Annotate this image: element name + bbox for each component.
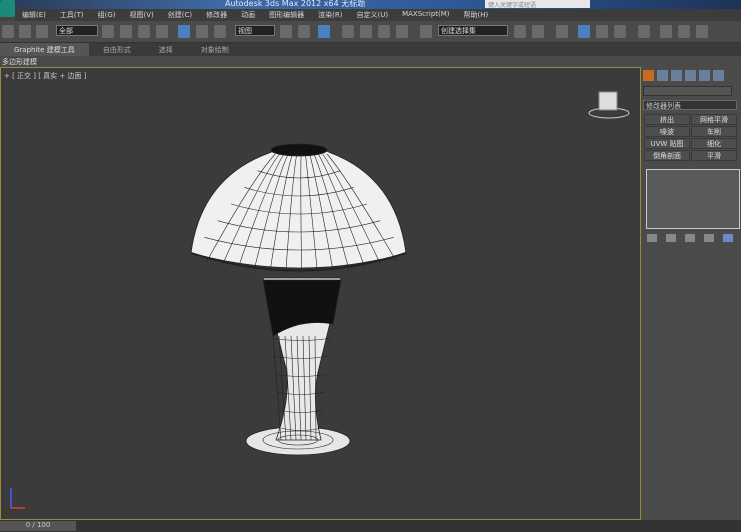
tab-graphite[interactable]: Graphite 建模工具 <box>0 43 89 56</box>
rect-selection-icon[interactable] <box>138 25 150 38</box>
modifier-button[interactable]: 噪波 <box>644 126 690 137</box>
menu-item[interactable]: 组(G) <box>91 9 123 21</box>
rotate-icon[interactable] <box>196 25 208 38</box>
axis-tripod-icon <box>10 488 25 509</box>
reference-coord-dropdown[interactable]: 视图 <box>235 25 275 36</box>
make-unique-icon[interactable] <box>685 234 695 242</box>
menu-item[interactable]: 编辑(E) <box>15 9 53 21</box>
display-tab-icon[interactable] <box>699 70 710 81</box>
named-selection-dropdown[interactable]: 创建选择集 <box>438 25 508 36</box>
keyboard-shortcut-icon[interactable] <box>318 25 330 38</box>
menu-item[interactable]: 修改器 <box>199 9 234 21</box>
modifier-button[interactable]: 挤出 <box>644 114 690 125</box>
unlink-icon[interactable] <box>19 25 31 38</box>
modifier-button[interactable]: 细化 <box>691 138 737 149</box>
align-icon[interactable] <box>532 25 544 38</box>
tab-selection[interactable]: 选择 <box>145 43 187 56</box>
modifier-button[interactable]: UVW 贴图 <box>644 138 690 149</box>
modifier-button[interactable]: 倒角剖面 <box>644 150 690 161</box>
main-toolbar: 全部 视图 创建选择集 <box>0 21 741 43</box>
search-input[interactable]: 键入关键字或短语 <box>485 0 590 9</box>
status-bar: 0 / 100 <box>0 520 741 532</box>
graphite-toggle-icon[interactable] <box>578 25 590 38</box>
scale-icon[interactable] <box>214 25 226 38</box>
ribbon-tabs: Graphite 建模工具 自由形式 选择 对象绘制 <box>0 43 741 56</box>
select-object-icon[interactable] <box>102 25 114 38</box>
lamp-model <box>10 91 630 509</box>
select-by-name-icon[interactable] <box>120 25 132 38</box>
menu-item[interactable]: 创建(C) <box>161 9 199 21</box>
viewcube-icon <box>588 91 630 119</box>
app-logo-button[interactable] <box>0 0 15 17</box>
schematic-view-icon[interactable] <box>614 25 626 38</box>
window-crossing-icon[interactable] <box>156 25 168 38</box>
material-editor-icon[interactable] <box>638 25 650 38</box>
motion-tab-icon[interactable] <box>685 70 696 81</box>
modifier-buttons: 挤出 网格平滑 噪波 车削 UVW 贴图 细化 倒角剖面 平滑 <box>644 114 738 161</box>
object-name-field[interactable] <box>643 86 732 96</box>
percent-snap-icon[interactable] <box>378 25 390 38</box>
move-icon[interactable] <box>178 25 190 38</box>
utilities-tab-icon[interactable] <box>713 70 724 81</box>
modifier-list-dropdown[interactable]: 修改器列表 <box>643 100 737 110</box>
snap-icon[interactable] <box>342 25 354 38</box>
menu-item[interactable]: 动画 <box>234 9 262 21</box>
modifier-button[interactable]: 车削 <box>691 126 737 137</box>
modifier-stack[interactable] <box>646 169 740 229</box>
menu-bar: 编辑(E) 工具(T) 组(G) 视图(V) 创建(C) 修改器 动画 图形编辑器 渲染(R) 自… <box>15 9 741 21</box>
pivot-icon[interactable] <box>280 25 292 38</box>
create-tab-icon[interactable] <box>643 70 654 81</box>
edit-named-selection-icon[interactable] <box>420 25 432 38</box>
layer-manager-icon[interactable] <box>556 25 568 38</box>
menu-item[interactable]: 帮助(H) <box>457 9 496 21</box>
modify-tab-icon[interactable] <box>657 70 668 81</box>
bind-spacewarp-icon[interactable] <box>36 25 48 38</box>
menu-item[interactable]: 渲染(R) <box>311 9 349 21</box>
menu-item[interactable]: 视图(V) <box>123 9 161 21</box>
menu-item[interactable]: 自定义(U) <box>349 9 395 21</box>
select-manipulate-icon[interactable] <box>298 25 310 38</box>
rendered-frame-icon[interactable] <box>678 25 690 38</box>
tab-object-paint[interactable]: 对象绘制 <box>187 43 243 56</box>
configure-sets-icon[interactable] <box>723 234 733 242</box>
selection-filter-dropdown[interactable]: 全部 <box>56 25 98 36</box>
spinner-snap-icon[interactable] <box>396 25 408 38</box>
menu-item[interactable]: 工具(T) <box>53 9 91 21</box>
ribbon-panel-label[interactable]: 多边形建模 <box>0 56 741 67</box>
mirror-icon[interactable] <box>514 25 526 38</box>
time-slider[interactable]: 0 / 100 <box>0 521 76 531</box>
modifier-button[interactable]: 网格平滑 <box>691 114 737 125</box>
tab-freeform[interactable]: 自由形式 <box>89 43 145 56</box>
menu-item[interactable]: 图形编辑器 <box>262 9 311 21</box>
link-icon[interactable] <box>2 25 14 38</box>
window-title: Autodesk 3ds Max 2012 x64 无标题 <box>225 0 366 8</box>
remove-modifier-icon[interactable] <box>704 234 714 242</box>
viewport[interactable]: + [ 正交 ] [ 真实 + 边面 ] <box>0 67 641 520</box>
menu-item[interactable]: MAXScript(M) <box>395 9 456 21</box>
modifier-button[interactable]: 平滑 <box>691 150 737 161</box>
curve-editor-icon[interactable] <box>596 25 608 38</box>
angle-snap-icon[interactable] <box>360 25 372 38</box>
title-bar: Autodesk 3ds Max 2012 x64 无标题 键入关键字或短语 <box>0 0 741 9</box>
hierarchy-tab-icon[interactable] <box>671 70 682 81</box>
render-icon[interactable] <box>696 25 708 38</box>
pin-stack-icon[interactable] <box>647 234 657 242</box>
show-end-result-icon[interactable] <box>666 234 676 242</box>
viewport-label[interactable]: + [ 正交 ] [ 真实 + 边面 ] <box>4 71 86 81</box>
render-setup-icon[interactable] <box>660 25 672 38</box>
command-panel: 修改器列表 挤出 网格平滑 噪波 车削 UVW 贴图 细化 倒角剖面 平滑 <box>641 67 741 520</box>
